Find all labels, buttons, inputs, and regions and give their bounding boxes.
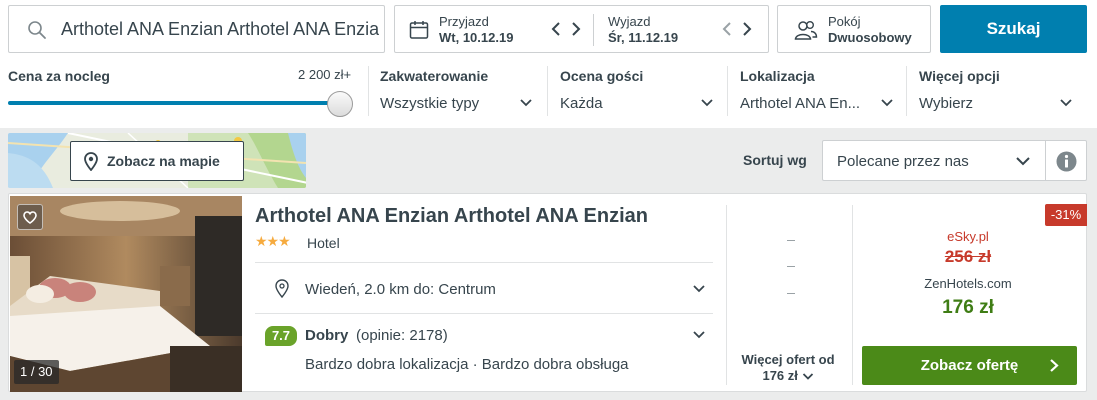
price-filter-title: Cena za nocleg	[8, 68, 110, 84]
rating-expand-icon[interactable]	[692, 329, 706, 341]
sort-info-button[interactable]	[1046, 140, 1087, 181]
room-label: Pokój	[828, 14, 861, 29]
best-offer-price: 176 zł	[942, 297, 994, 318]
location-pin-icon	[275, 279, 289, 298]
search-button[interactable]: Szukaj	[940, 5, 1087, 53]
rating-filter-title: Ocena gości	[560, 68, 644, 84]
filter-divider	[727, 66, 728, 116]
sort-value: Polecane przez nas	[837, 153, 969, 170]
chevron-down-icon[interactable]	[519, 97, 533, 109]
map-pin-icon	[84, 152, 98, 171]
date-picker[interactable]: Przyjazd Wt, 10.12.19 Wyjazd Śr, 11.12.1…	[394, 5, 769, 53]
checkout-prev-icon[interactable]	[720, 20, 734, 38]
more-offers-price: 176 zł	[762, 368, 798, 383]
accommodation-filter-title: Zakwaterowanie	[380, 68, 489, 84]
room-value: Dwuosobowy	[828, 30, 912, 45]
chevron-right-icon	[1050, 359, 1059, 372]
chevron-down-icon[interactable]	[1059, 97, 1073, 109]
best-offer-provider: ZenHotels.com	[924, 276, 1012, 291]
divider	[255, 313, 713, 314]
more-options-title: Więcej opcji	[919, 68, 1000, 84]
more-offers-link[interactable]: Więcej ofert od 176 zł	[733, 352, 843, 384]
destination-search-box[interactable]: Arthotel ANA Enzian Arthotel ANA Enzian	[8, 5, 385, 53]
chevron-down-icon[interactable]	[880, 97, 894, 109]
price-slider-handle[interactable]	[327, 91, 353, 117]
rating-score-badge: 7.7	[265, 326, 297, 346]
checkout-value[interactable]: Śr, 11.12.19	[608, 30, 678, 45]
view-on-map-button[interactable]: Zobacz na mapie	[70, 141, 244, 181]
location-filter-select[interactable]: Arthotel ANA En...	[740, 95, 860, 112]
hotel-stars: ★★★	[255, 233, 291, 249]
sort-select[interactable]: Polecane przez nas	[822, 140, 1046, 181]
more-offers-label: Więcej ofert od	[741, 352, 835, 367]
chevron-down-icon[interactable]	[700, 97, 714, 109]
destination-search-input[interactable]: Arthotel ANA Enzian Arthotel ANA Enzian	[61, 19, 379, 40]
room-selector[interactable]: Pokój Dwuosobowy	[777, 5, 931, 53]
more-options-select[interactable]: Wybierz	[919, 95, 973, 112]
discount-badge: -31%	[1045, 204, 1087, 226]
chevron-down-icon	[802, 373, 813, 380]
view-offer-label: Zobacz ofertę	[920, 357, 1019, 374]
filter-divider	[906, 66, 907, 116]
price-slider-track[interactable]	[8, 101, 340, 105]
search-icon	[28, 21, 46, 39]
old-price-value: 256 zł	[944, 247, 992, 266]
empty-offer-placeholder	[787, 240, 795, 241]
info-icon	[1056, 151, 1077, 172]
checkin-label: Przyjazd	[439, 14, 489, 29]
review-highlights: Bardzo dobra lokalizacja · Bardzo dobra …	[305, 356, 629, 373]
column-divider	[726, 205, 727, 385]
checkout-label: Wyjazd	[608, 14, 651, 29]
guests-icon	[794, 21, 818, 40]
view-offer-button[interactable]: Zobacz ofertę	[862, 346, 1077, 385]
hotel-type: Hotel	[307, 235, 340, 251]
hotel-name[interactable]: Arthotel ANA Enzian Arthotel ANA Enzian	[255, 205, 648, 228]
checkout-next-icon[interactable]	[740, 20, 754, 38]
location-expand-icon[interactable]	[692, 283, 706, 295]
empty-offer-placeholder	[787, 293, 795, 294]
date-divider	[593, 14, 594, 46]
photo-counter: 1 / 30	[14, 360, 59, 384]
review-count: (opinie: 2178)	[356, 327, 448, 344]
checkin-prev-icon[interactable]	[549, 20, 563, 38]
filter-divider	[547, 66, 548, 116]
checkin-next-icon[interactable]	[569, 20, 583, 38]
sort-label: Sortuj wg	[743, 152, 807, 168]
filter-divider	[368, 66, 369, 116]
hotel-location: Wiedeń, 2.0 km do: Centrum	[305, 281, 496, 298]
rating-word: Dobry	[305, 327, 349, 344]
old-offer-provider: eSky.pl	[947, 229, 989, 244]
checkin-value[interactable]: Wt, 10.12.19	[439, 30, 513, 45]
divider	[255, 262, 713, 263]
heart-icon	[23, 211, 37, 224]
rating-filter-select[interactable]: Każda	[560, 95, 603, 112]
view-on-map-label: Zobacz na mapie	[107, 153, 220, 169]
favorite-button[interactable]	[17, 204, 43, 230]
location-filter-title: Lokalizacja	[740, 68, 815, 84]
accommodation-filter-select[interactable]: Wszystkie typy	[380, 95, 479, 112]
calendar-icon	[409, 21, 429, 39]
price-max-label: 2 200 zł+	[298, 67, 352, 82]
empty-offer-placeholder	[787, 266, 795, 267]
old-offer-price: 256 zł	[853, 247, 1083, 267]
chevron-down-icon	[1016, 157, 1030, 166]
